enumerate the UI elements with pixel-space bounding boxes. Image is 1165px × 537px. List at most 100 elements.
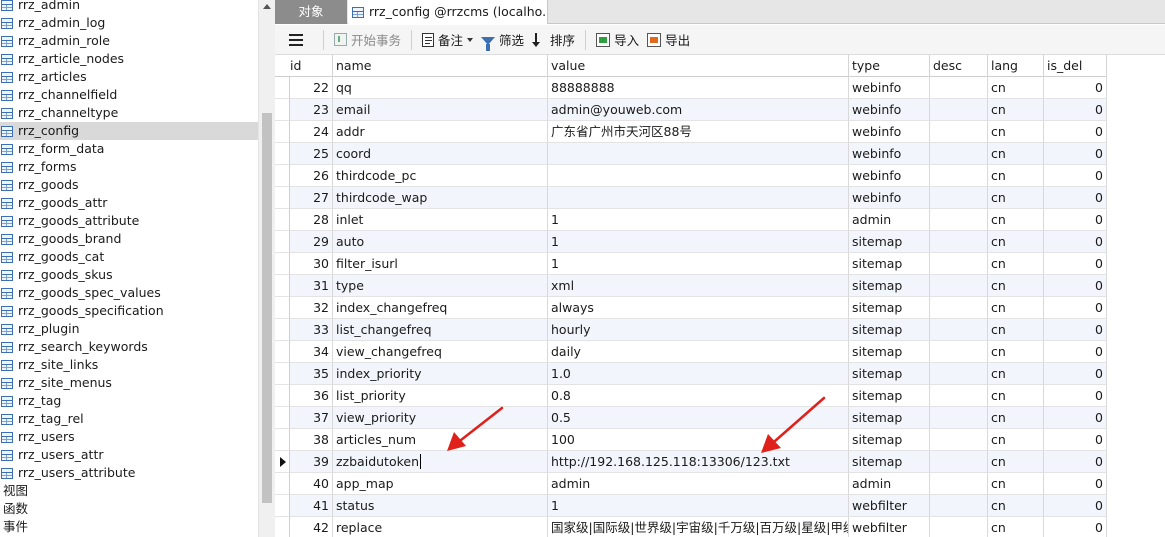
cell-lang[interactable]: cn (988, 341, 1044, 363)
cell-value[interactable]: 1 (548, 253, 849, 275)
column-header-desc[interactable]: desc (930, 55, 988, 77)
cell-desc[interactable] (930, 209, 988, 231)
begin-transaction-button[interactable]: 开始事务 (330, 28, 405, 52)
cell-name[interactable]: articles_num (333, 429, 548, 451)
tab-objects[interactable]: 对象 (275, 0, 347, 24)
table-item[interactable]: rrz_tag (0, 392, 258, 410)
table-row[interactable]: 24 addr 广东省广州市天河区88号 webinfo cn 0 (275, 121, 1107, 143)
tree-folder-item[interactable]: 视图 (0, 482, 258, 500)
cell-id[interactable]: 23 (290, 99, 333, 121)
cell-lang[interactable]: cn (988, 77, 1044, 99)
table-item[interactable]: rrz_forms (0, 158, 258, 176)
cell-is-del[interactable]: 0 (1044, 187, 1107, 209)
cell-id[interactable]: 33 (290, 319, 333, 341)
table-row[interactable]: 29 auto 1 sitemap cn 0 (275, 231, 1107, 253)
sidebar-scrollbar[interactable] (258, 0, 275, 537)
cell-desc[interactable] (930, 473, 988, 495)
table-row[interactable]: 35 index_priority 1.0 sitemap cn 0 (275, 363, 1107, 385)
cell-name[interactable]: email (333, 99, 548, 121)
cell-id[interactable]: 31 (290, 275, 333, 297)
cell-lang[interactable]: cn (988, 143, 1044, 165)
memo-button[interactable]: 备注 (418, 28, 477, 52)
cell-name[interactable]: thirdcode_wap (333, 187, 548, 209)
table-item[interactable]: rrz_goods_specification (0, 302, 258, 320)
table-row[interactable]: 39 zzbaidutoken http://192.168.125.118:133… (275, 451, 1107, 473)
table-row[interactable]: 42 replace 国家级|国际级|世界级|宇宙级|千万级|百万级|星级|甲级|超… (275, 517, 1107, 537)
cell-value[interactable]: 100 (548, 429, 849, 451)
cell-lang[interactable]: cn (988, 429, 1044, 451)
table-item[interactable]: rrz_config (0, 122, 258, 140)
cell-lang[interactable]: cn (988, 275, 1044, 297)
cell-type[interactable]: webinfo (849, 187, 930, 209)
cell-is-del[interactable]: 0 (1044, 99, 1107, 121)
cell-value[interactable]: 88888888 (548, 77, 849, 99)
table-item[interactable]: rrz_goods (0, 176, 258, 194)
cell-lang[interactable]: cn (988, 407, 1044, 429)
import-button[interactable]: 导入 (592, 28, 643, 52)
cell-desc[interactable] (930, 143, 988, 165)
row-indicator[interactable] (275, 275, 290, 297)
cell-is-del[interactable]: 0 (1044, 231, 1107, 253)
cell-name[interactable]: status (333, 495, 548, 517)
cell-lang[interactable]: cn (988, 473, 1044, 495)
cell-lang[interactable]: cn (988, 121, 1044, 143)
table-item[interactable]: rrz_goods_attribute (0, 212, 258, 230)
cell-desc[interactable] (930, 451, 988, 473)
table-row[interactable]: 37 view_priority 0.5 sitemap cn 0 (275, 407, 1107, 429)
cell-name[interactable]: view_priority (333, 407, 548, 429)
cell-name[interactable]: zzbaidutoken (333, 451, 548, 473)
cell-name[interactable]: filter_isurl (333, 253, 548, 275)
cell-name[interactable]: auto (333, 231, 548, 253)
cell-desc[interactable] (930, 341, 988, 363)
cell-desc[interactable] (930, 121, 988, 143)
row-indicator[interactable] (275, 319, 290, 341)
cell-type[interactable]: sitemap (849, 253, 930, 275)
cell-type[interactable]: admin (849, 209, 930, 231)
table-item[interactable]: rrz_article_nodes (0, 50, 258, 68)
cell-value[interactable]: xml (548, 275, 849, 297)
cell-id[interactable]: 22 (290, 77, 333, 99)
cell-is-del[interactable]: 0 (1044, 253, 1107, 275)
cell-type[interactable]: webinfo (849, 99, 930, 121)
cell-type[interactable]: webinfo (849, 121, 930, 143)
cell-value[interactable]: daily (548, 341, 849, 363)
cell-type[interactable]: webinfo (849, 143, 930, 165)
column-header-lang[interactable]: lang (988, 55, 1044, 77)
table-item[interactable]: rrz_goods_attr (0, 194, 258, 212)
cell-id[interactable]: 38 (290, 429, 333, 451)
column-header-type[interactable]: type (849, 55, 930, 77)
cell-name[interactable]: inlet (333, 209, 548, 231)
cell-desc[interactable] (930, 429, 988, 451)
row-indicator[interactable] (275, 253, 290, 275)
cell-is-del[interactable]: 0 (1044, 275, 1107, 297)
cell-lang[interactable]: cn (988, 187, 1044, 209)
cell-desc[interactable] (930, 165, 988, 187)
table-item[interactable]: rrz_plugin (0, 320, 258, 338)
cell-lang[interactable]: cn (988, 231, 1044, 253)
sort-button[interactable]: 排序 (528, 28, 579, 52)
cell-desc[interactable] (930, 407, 988, 429)
cell-value[interactable]: http://192.168.125.118:13306/123.txt (548, 451, 849, 473)
cell-id[interactable]: 28 (290, 209, 333, 231)
table-item[interactable]: rrz_users (0, 428, 258, 446)
cell-lang[interactable]: cn (988, 209, 1044, 231)
cell-type[interactable]: sitemap (849, 231, 930, 253)
cell-is-del[interactable]: 0 (1044, 209, 1107, 231)
cell-type[interactable]: webinfo (849, 77, 930, 99)
cell-value[interactable]: admin@youweb.com (548, 99, 849, 121)
row-indicator[interactable] (275, 385, 290, 407)
tab-rrz-config[interactable]: rrz_config @rrzcms (localho... (348, 0, 548, 24)
row-indicator[interactable] (275, 297, 290, 319)
cell-name[interactable]: index_changefreq (333, 297, 548, 319)
cell-id[interactable]: 42 (290, 517, 333, 537)
cell-value[interactable] (548, 165, 849, 187)
cell-lang[interactable]: cn (988, 165, 1044, 187)
cell-id[interactable]: 41 (290, 495, 333, 517)
cell-lang[interactable]: cn (988, 319, 1044, 341)
cell-type[interactable]: webfilter (849, 495, 930, 517)
cell-name[interactable]: addr (333, 121, 548, 143)
row-indicator[interactable] (275, 473, 290, 495)
cell-value[interactable] (548, 143, 849, 165)
cell-id[interactable]: 40 (290, 473, 333, 495)
row-indicator[interactable] (275, 451, 290, 473)
